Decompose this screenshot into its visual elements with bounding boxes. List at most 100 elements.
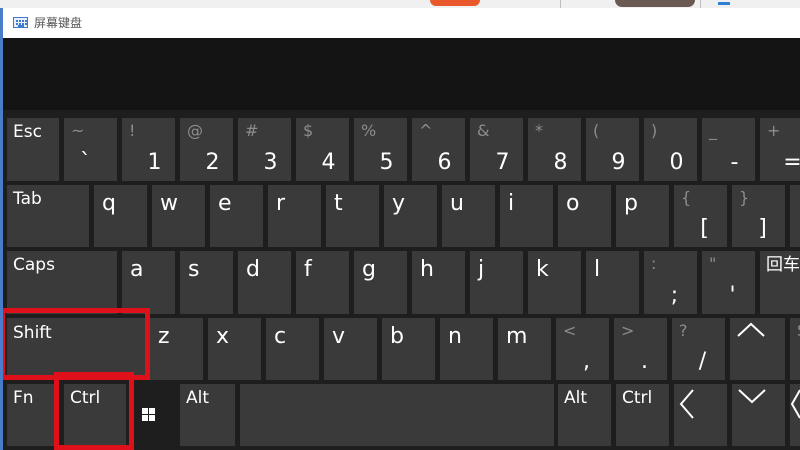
key-minus[interactable]: _ - xyxy=(702,118,755,181)
key-1[interactable]: ! 1 xyxy=(122,118,175,181)
key-label: ] xyxy=(758,216,767,241)
key-c[interactable]: c xyxy=(266,318,319,380)
key-g[interactable]: g xyxy=(354,251,407,314)
key-m[interactable]: m xyxy=(498,318,551,380)
background-thumbnail xyxy=(615,0,695,7)
arrow-down-icon xyxy=(738,389,766,404)
key-backslash[interactable] xyxy=(790,185,800,247)
key-label: = xyxy=(783,150,800,175)
key-q[interactable]: q xyxy=(94,185,147,247)
key-shift-label: " xyxy=(709,254,717,273)
key-0[interactable]: ) 0 xyxy=(644,118,697,181)
key-arrow-right[interactable] xyxy=(790,384,800,446)
key-label: 7 xyxy=(495,150,510,175)
key-2[interactable]: @ 2 xyxy=(180,118,233,181)
key-backtick[interactable]: ~ ` xyxy=(64,118,117,181)
key-t[interactable]: t xyxy=(326,185,379,247)
key-l[interactable]: l xyxy=(586,251,639,314)
key-label: Fn xyxy=(13,388,34,408)
key-label: 3 xyxy=(263,150,278,175)
key-shift-label: + xyxy=(767,121,781,140)
key-label: r xyxy=(276,191,286,216)
key-j[interactable]: j xyxy=(470,251,523,314)
key-semicolon[interactable]: : ; xyxy=(644,251,697,314)
key-s[interactable]: s xyxy=(180,251,233,314)
key-arrow-left[interactable] xyxy=(674,384,727,446)
key-shift-label: $ xyxy=(303,121,314,140)
key-7[interactable]: & 7 xyxy=(470,118,523,181)
key-w[interactable]: w xyxy=(152,185,205,247)
key-5[interactable]: % 5 xyxy=(354,118,407,181)
key-e[interactable]: e xyxy=(210,185,263,247)
key-k[interactable]: k xyxy=(528,251,581,314)
key-label: s xyxy=(188,257,200,282)
key-label: Alt xyxy=(564,388,588,408)
key-i[interactable]: i xyxy=(500,185,553,247)
key-p[interactable]: p xyxy=(616,185,669,247)
key-shift-label: _ xyxy=(709,121,717,140)
key-9[interactable]: ( 9 xyxy=(586,118,639,181)
key-n[interactable]: n xyxy=(440,318,493,380)
key-u[interactable]: u xyxy=(442,185,495,247)
key-caps-lock[interactable]: Caps xyxy=(7,251,117,314)
key-6[interactable]: ^ 6 xyxy=(412,118,465,181)
key-slash[interactable]: ? / xyxy=(672,318,725,380)
key-label: u xyxy=(450,191,464,216)
key-label: n xyxy=(448,324,462,349)
key-v[interactable]: v xyxy=(324,318,377,380)
key-label: ' xyxy=(729,283,736,308)
background-divider xyxy=(560,0,561,8)
arrow-left-icon xyxy=(679,389,694,419)
key-d[interactable]: d xyxy=(238,251,291,314)
key-tab[interactable]: Tab xyxy=(7,185,89,247)
key-o[interactable]: o xyxy=(558,185,611,247)
key-r[interactable]: r xyxy=(268,185,321,247)
title-bar[interactable]: 屏幕键盘 xyxy=(0,8,800,38)
key-shift-label: ( xyxy=(593,121,600,140)
key-right-ctrl[interactable]: Ctrl xyxy=(616,384,669,446)
key-windows[interactable] xyxy=(131,384,178,446)
key-b[interactable]: b xyxy=(382,318,435,380)
key-label: 6 xyxy=(437,150,452,175)
key-fn[interactable]: Fn xyxy=(7,384,59,446)
key-label: 9 xyxy=(611,150,626,175)
key-comma[interactable]: < , xyxy=(556,318,609,380)
key-f[interactable]: f xyxy=(296,251,349,314)
key-period[interactable]: > . xyxy=(614,318,667,380)
on-screen-keyboard-window: 屏幕键盘 Esc ~ ` ! 1 @ 2 # 3 $ 4 % 5 ^ 6 & 7… xyxy=(0,8,800,450)
key-right-alt[interactable]: Alt xyxy=(558,384,611,446)
key-right-bracket[interactable]: } ] xyxy=(732,185,785,247)
key-label: i xyxy=(508,191,515,216)
key-enter[interactable]: 回车 xyxy=(760,251,800,314)
key-left-bracket[interactable]: { [ xyxy=(674,185,727,247)
key-equals[interactable]: + = xyxy=(760,118,800,181)
key-left-alt[interactable]: Alt xyxy=(180,384,235,446)
key-space[interactable] xyxy=(240,384,554,446)
key-h[interactable]: h xyxy=(412,251,465,314)
key-z[interactable]: z xyxy=(150,318,203,380)
key-shift-label: { xyxy=(681,188,692,207)
key-shift-label: < xyxy=(563,321,577,340)
key-x[interactable]: x xyxy=(208,318,261,380)
key-esc[interactable]: Esc xyxy=(7,118,59,181)
key-quote[interactable]: " ' xyxy=(702,251,755,314)
key-3[interactable]: # 3 xyxy=(238,118,291,181)
key-right-shift[interactable]: S xyxy=(790,318,800,380)
key-arrow-down[interactable] xyxy=(732,384,785,446)
key-arrow-up[interactable] xyxy=(730,318,785,380)
key-label: Caps xyxy=(13,255,55,275)
key-shift-label: ^ xyxy=(419,121,433,140)
windows-logo-icon xyxy=(142,408,155,421)
key-shift-label: @ xyxy=(187,121,203,140)
keyboard: Esc ~ ` ! 1 @ 2 # 3 $ 4 % 5 ^ 6 & 7 * 8 … xyxy=(0,110,800,450)
shift-key-highlight xyxy=(0,308,150,380)
key-label: w xyxy=(160,191,178,216)
key-y[interactable]: y xyxy=(384,185,437,247)
key-a[interactable]: a xyxy=(122,251,175,314)
key-8[interactable]: * 8 xyxy=(528,118,581,181)
background-app-icon xyxy=(430,0,480,6)
key-4[interactable]: $ 4 xyxy=(296,118,349,181)
key-shift-label: ) xyxy=(651,121,658,140)
key-label: . xyxy=(641,349,648,374)
key-label: , xyxy=(583,349,590,374)
